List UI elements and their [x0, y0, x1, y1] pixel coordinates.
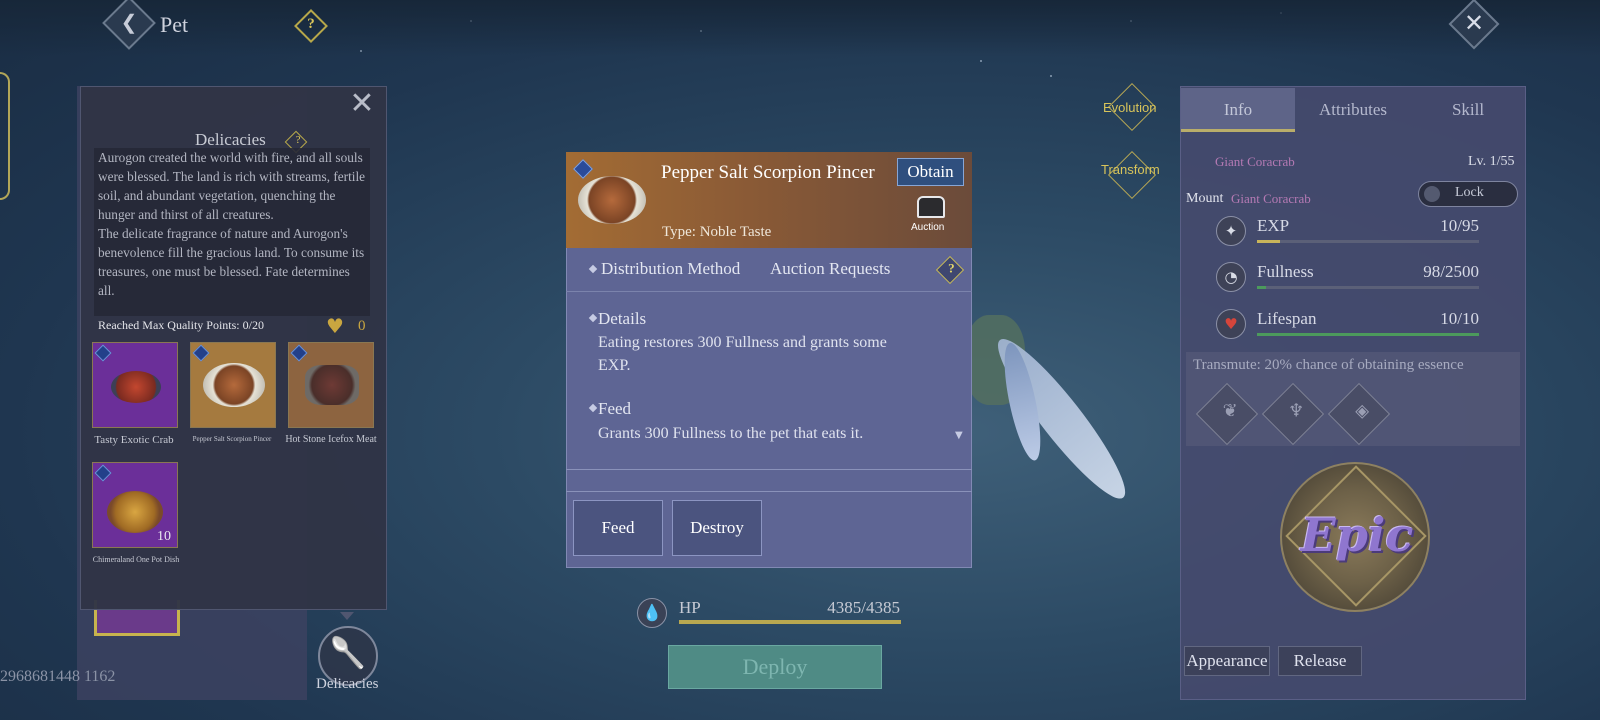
- tab-info[interactable]: Info: [1181, 88, 1295, 132]
- heart-count: 0: [358, 318, 366, 334]
- hp-drop-icon: 💧: [637, 598, 667, 628]
- hp-value: 4385/4385: [827, 598, 900, 617]
- delicacies-close-icon[interactable]: ✕: [349, 89, 375, 119]
- food-label: Tasty Exotic Crab: [94, 434, 174, 446]
- item-name: Pepper Salt Scorpion Pincer: [661, 162, 875, 183]
- close-icon: ✕: [1463, 11, 1485, 37]
- heart-icon: ♥: [326, 314, 344, 338]
- food-slot[interactable]: [190, 342, 276, 428]
- item-type: Type: Noble Taste: [662, 224, 772, 240]
- destroy-button[interactable]: Destroy: [672, 500, 762, 556]
- stat-label: Fullness: [1257, 262, 1314, 281]
- help-icon: ?: [948, 260, 955, 276]
- crystal-rune-icon: ◈: [1355, 400, 1370, 422]
- lotus-rune-icon: ♆: [1288, 400, 1305, 422]
- hp-label: HP: [679, 598, 701, 617]
- details-text: Eating restores 300 Fullness and grants …: [598, 334, 887, 374]
- meat-dish-icon: [305, 365, 359, 405]
- stat-bar-fill: [1257, 286, 1266, 289]
- auction-label: Auction: [911, 222, 945, 233]
- hp-bar: [679, 620, 901, 624]
- pet-level: Lv. 1/55: [1468, 154, 1515, 169]
- rarity-rune-icon: [94, 464, 112, 482]
- obtain-button[interactable]: Obtain: [897, 158, 964, 186]
- stat-label: EXP: [1257, 216, 1290, 235]
- stat-bar: [1257, 240, 1479, 243]
- pot-dish-icon: [107, 491, 163, 533]
- help-icon: ?: [295, 133, 301, 146]
- release-button[interactable]: Release: [1278, 646, 1362, 676]
- distribution-label: Distribution Method: [601, 259, 741, 278]
- left-frame-edge: [0, 72, 10, 200]
- player-id: 2968681448 1162: [0, 668, 116, 685]
- rarity-label: Epic: [1300, 508, 1414, 562]
- stat-bar-fill: [1257, 333, 1479, 336]
- top-bar: [0, 0, 1600, 56]
- lore-paragraph: Aurogon created the world with fire, and…: [98, 150, 366, 222]
- fullness-icon: ◔: [1216, 262, 1246, 292]
- popover-pointer: [340, 612, 354, 620]
- food-label: Chimeraland One Pot Dish: [92, 555, 180, 564]
- feed-button[interactable]: Feed: [573, 500, 663, 556]
- transform-label: Transform: [1101, 162, 1160, 177]
- evolution-label: Evolution: [1103, 100, 1157, 115]
- pet-name: Giant Coracrab: [1215, 154, 1295, 169]
- food-label: Pepper Salt Scorpion Pincer: [192, 435, 272, 443]
- scroll-down-icon[interactable]: ▼: [955, 430, 963, 441]
- food-slot[interactable]: 10: [92, 462, 178, 548]
- stat-value: 98/2500: [1423, 262, 1479, 281]
- feed-text: Grants 300 Fullness to the pet that eats…: [598, 425, 864, 442]
- toggle-knob: [1424, 186, 1440, 202]
- food-slot[interactable]: [288, 342, 374, 428]
- divider: [566, 469, 972, 470]
- tab-attributes[interactable]: Attributes: [1295, 88, 1411, 132]
- exp-icon: ✦: [1216, 216, 1246, 246]
- rarity-rune-icon: [290, 344, 308, 362]
- back-arrow-icon: ❮: [120, 12, 138, 34]
- rarity-rune-icon: [192, 344, 210, 362]
- tab-skill[interactable]: Skill: [1411, 88, 1525, 132]
- food-slot[interactable]: [92, 342, 178, 428]
- stat-bar-fill: [1257, 240, 1281, 243]
- heart-icon: ♥: [1216, 309, 1246, 339]
- stat-value: 10/10: [1440, 309, 1479, 328]
- distribution-value: Auction Requests: [770, 259, 891, 278]
- details-title: Details: [598, 309, 647, 328]
- stat-value: 10/95: [1440, 216, 1479, 235]
- transmute-text: Transmute: 20% chance of obtaining essen…: [1193, 357, 1464, 373]
- mount-label: Mount: [1186, 191, 1224, 206]
- auction-icon: [917, 196, 945, 218]
- rarity-rune-icon: [94, 344, 112, 362]
- feeding-hand-icon: 🥄: [329, 636, 367, 671]
- feed-title: Feed: [598, 399, 632, 418]
- leaf-rune-icon: ❦: [1222, 400, 1238, 422]
- quality-points: Reached Max Quality Points: 0/20: [98, 318, 264, 332]
- stat-bar: [1257, 333, 1479, 336]
- help-icon: ?: [307, 16, 315, 32]
- lock-label: Lock: [1455, 185, 1484, 200]
- lore-paragraph: The delicate fragrance of nature and Aur…: [98, 226, 365, 298]
- page-title: Pet: [160, 12, 189, 37]
- delicacies-shortcut-label: Delicacies: [316, 676, 379, 692]
- appearance-button[interactable]: Appearance: [1184, 646, 1270, 676]
- item-image: [578, 176, 646, 224]
- delicacies-lore: Aurogon created the world with fire, and…: [94, 148, 370, 316]
- divider: [566, 491, 972, 492]
- item-quantity: 10: [157, 529, 171, 544]
- stat-bar: [1257, 286, 1479, 289]
- mount-name: Giant Coracrab: [1231, 191, 1311, 206]
- pincer-dish-icon: [203, 363, 265, 407]
- crab-dish-icon: [111, 371, 161, 403]
- delicacies-title: Delicacies: [195, 130, 266, 149]
- deploy-button[interactable]: Deploy: [668, 645, 882, 689]
- food-label: Hot Stone Icefox Meat: [285, 434, 377, 445]
- stat-label: Lifespan: [1257, 309, 1317, 328]
